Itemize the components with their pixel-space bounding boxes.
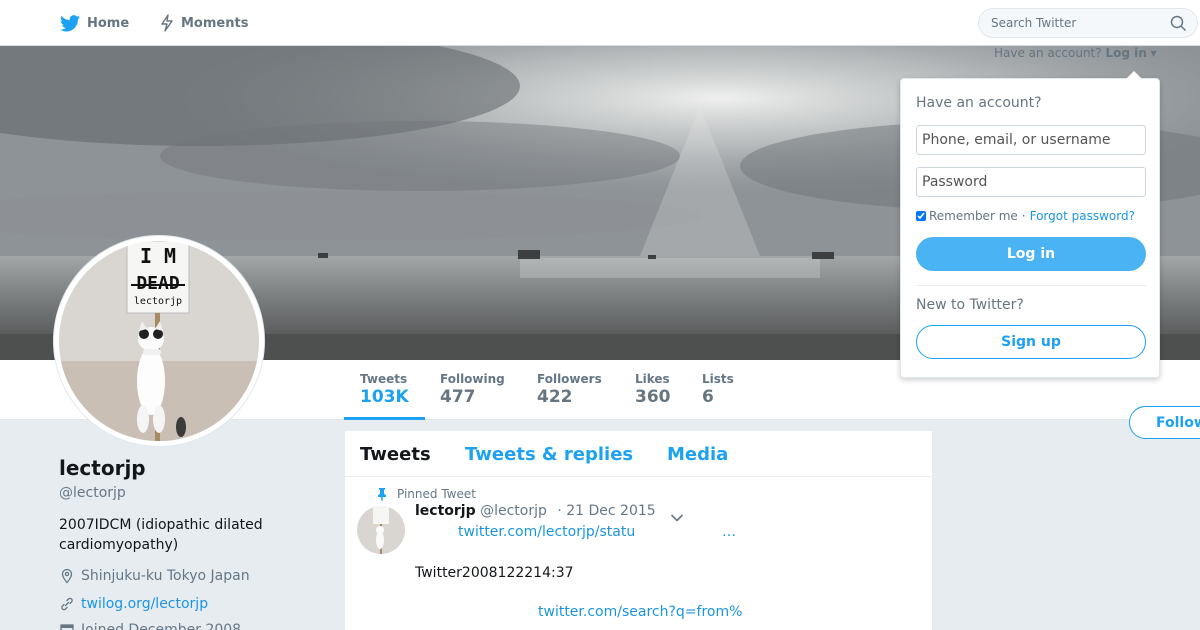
avatar-image: I M DEAD lectorjp bbox=[59, 241, 259, 441]
signup-button[interactable]: Sign up bbox=[916, 325, 1146, 359]
forgot-password-link[interactable]: Forgot password? bbox=[1030, 209, 1135, 223]
stat-value: 422 bbox=[537, 387, 573, 407]
stat-following[interactable]: Following 477 bbox=[440, 372, 505, 407]
profile-location: Shinjuku-ku Tokyo Japan bbox=[59, 568, 250, 584]
password-field[interactable] bbox=[916, 167, 1146, 197]
pinned-text: Pinned Tweet bbox=[397, 487, 476, 501]
remember-me-row: Remember me · Forgot password? bbox=[916, 209, 1135, 223]
tweet-avatar[interactable] bbox=[357, 506, 405, 554]
tab-media[interactable]: Media bbox=[667, 444, 728, 465]
tweet-search-link[interactable]: twitter.com/search?q=from% bbox=[538, 604, 742, 620]
top-navigation: Home Moments Search Twitter bbox=[0, 0, 1200, 46]
tweet-header: lectorjp @lectorjp · 21 Dec 2015 bbox=[415, 503, 656, 519]
stat-value: 477 bbox=[440, 387, 476, 407]
website-link[interactable]: twilog.org/lectorjp bbox=[81, 596, 208, 612]
sign-line1: I M bbox=[140, 244, 176, 268]
pinned-tweet[interactable]: Pinned Tweet lectorjp @lectorjp · 21 Dec… bbox=[345, 477, 932, 630]
stat-label: Likes bbox=[635, 372, 670, 386]
tweet-date[interactable]: · 21 Dec 2015 bbox=[557, 503, 655, 519]
tweet-text: Twitter2008122214:37 bbox=[415, 565, 574, 581]
stat-value: 6 bbox=[702, 387, 714, 407]
sign-line2: DEAD bbox=[136, 273, 180, 294]
login-divider bbox=[916, 285, 1146, 286]
profile-bio: 2007IDCM (idiopathic dilated cardiomyopa… bbox=[59, 517, 263, 553]
tweet-avatar-image bbox=[357, 506, 405, 554]
username-field[interactable] bbox=[916, 125, 1146, 155]
login-toggle[interactable]: Log in bbox=[1105, 46, 1146, 60]
pinned-label: Pinned Tweet bbox=[378, 487, 476, 501]
link-icon bbox=[59, 596, 75, 612]
lightning-icon bbox=[160, 14, 174, 32]
tab-tweets-replies[interactable]: Tweets & replies bbox=[465, 444, 633, 465]
login-dropdown: Have an account? Remember me · Forgot pa… bbox=[900, 71, 1160, 378]
remember-me-label[interactable]: Remember me bbox=[929, 209, 1018, 223]
stat-label: Tweets bbox=[360, 372, 408, 386]
search-icon[interactable] bbox=[1170, 15, 1187, 35]
follow-button[interactable]: Follow bbox=[1129, 406, 1200, 439]
stat-tweets[interactable]: Tweets 103K bbox=[360, 372, 409, 407]
remember-me-checkbox[interactable] bbox=[916, 211, 926, 221]
search-placeholder: Search Twitter bbox=[991, 16, 1077, 30]
stat-label: Lists bbox=[702, 372, 734, 386]
tweet-author-handle[interactable]: @lectorjp bbox=[480, 503, 547, 519]
tweet-author-name[interactable]: lectorjp bbox=[415, 503, 476, 519]
stat-followers[interactable]: Followers 422 bbox=[537, 372, 602, 407]
nav-home[interactable]: Home bbox=[60, 0, 129, 46]
pin-icon bbox=[376, 487, 388, 504]
calendar-icon bbox=[59, 622, 75, 630]
login-title: Have an account? bbox=[916, 95, 1042, 111]
sign-line3: lectorjp bbox=[134, 296, 182, 307]
account-prompt: Have an account? Log in ▾ bbox=[994, 46, 1157, 60]
timeline: Tweets Tweets & replies Media Pinned Twe… bbox=[345, 431, 932, 630]
location-text: Shinjuku-ku Tokyo Japan bbox=[81, 568, 250, 584]
separator: · bbox=[1021, 209, 1026, 223]
stat-label: Followers bbox=[537, 372, 602, 386]
chevron-down-icon[interactable] bbox=[670, 508, 684, 527]
nav-moments[interactable]: Moments bbox=[160, 0, 248, 46]
timeline-tabs: Tweets Tweets & replies Media bbox=[345, 431, 932, 477]
profile-avatar[interactable]: I M DEAD lectorjp bbox=[54, 236, 264, 446]
nav-home-label: Home bbox=[87, 15, 130, 31]
twitter-bird-icon bbox=[60, 14, 80, 32]
location-pin-icon bbox=[59, 568, 75, 584]
stat-likes[interactable]: Likes 360 bbox=[635, 372, 671, 407]
search-input[interactable]: Search Twitter bbox=[978, 8, 1198, 38]
chevron-down-icon[interactable]: ▾ bbox=[1151, 46, 1157, 60]
profile-website[interactable]: twilog.org/lectorjp bbox=[59, 596, 208, 612]
tweet-link[interactable]: twitter.com/lectorjp/statu bbox=[458, 524, 635, 540]
login-button[interactable]: Log in bbox=[916, 237, 1146, 271]
stat-value: 103K bbox=[360, 387, 409, 407]
account-prompt-text: Have an account? bbox=[994, 46, 1102, 60]
stat-value: 360 bbox=[635, 387, 671, 407]
profile-handle: @lectorjp bbox=[59, 485, 126, 501]
joined-text: Joined December 2008 bbox=[81, 622, 242, 630]
tab-tweets[interactable]: Tweets bbox=[360, 444, 431, 465]
active-stat-underline bbox=[344, 417, 425, 420]
stat-lists[interactable]: Lists 6 bbox=[702, 372, 734, 407]
nav-moments-label: Moments bbox=[181, 15, 249, 31]
new-to-twitter-title: New to Twitter? bbox=[916, 297, 1024, 313]
profile-name[interactable]: lectorjp bbox=[59, 456, 146, 480]
stat-label: Following bbox=[440, 372, 505, 386]
profile-joined: Joined December 2008 bbox=[59, 622, 241, 630]
tweet-ellipsis[interactable]: … bbox=[722, 524, 736, 540]
